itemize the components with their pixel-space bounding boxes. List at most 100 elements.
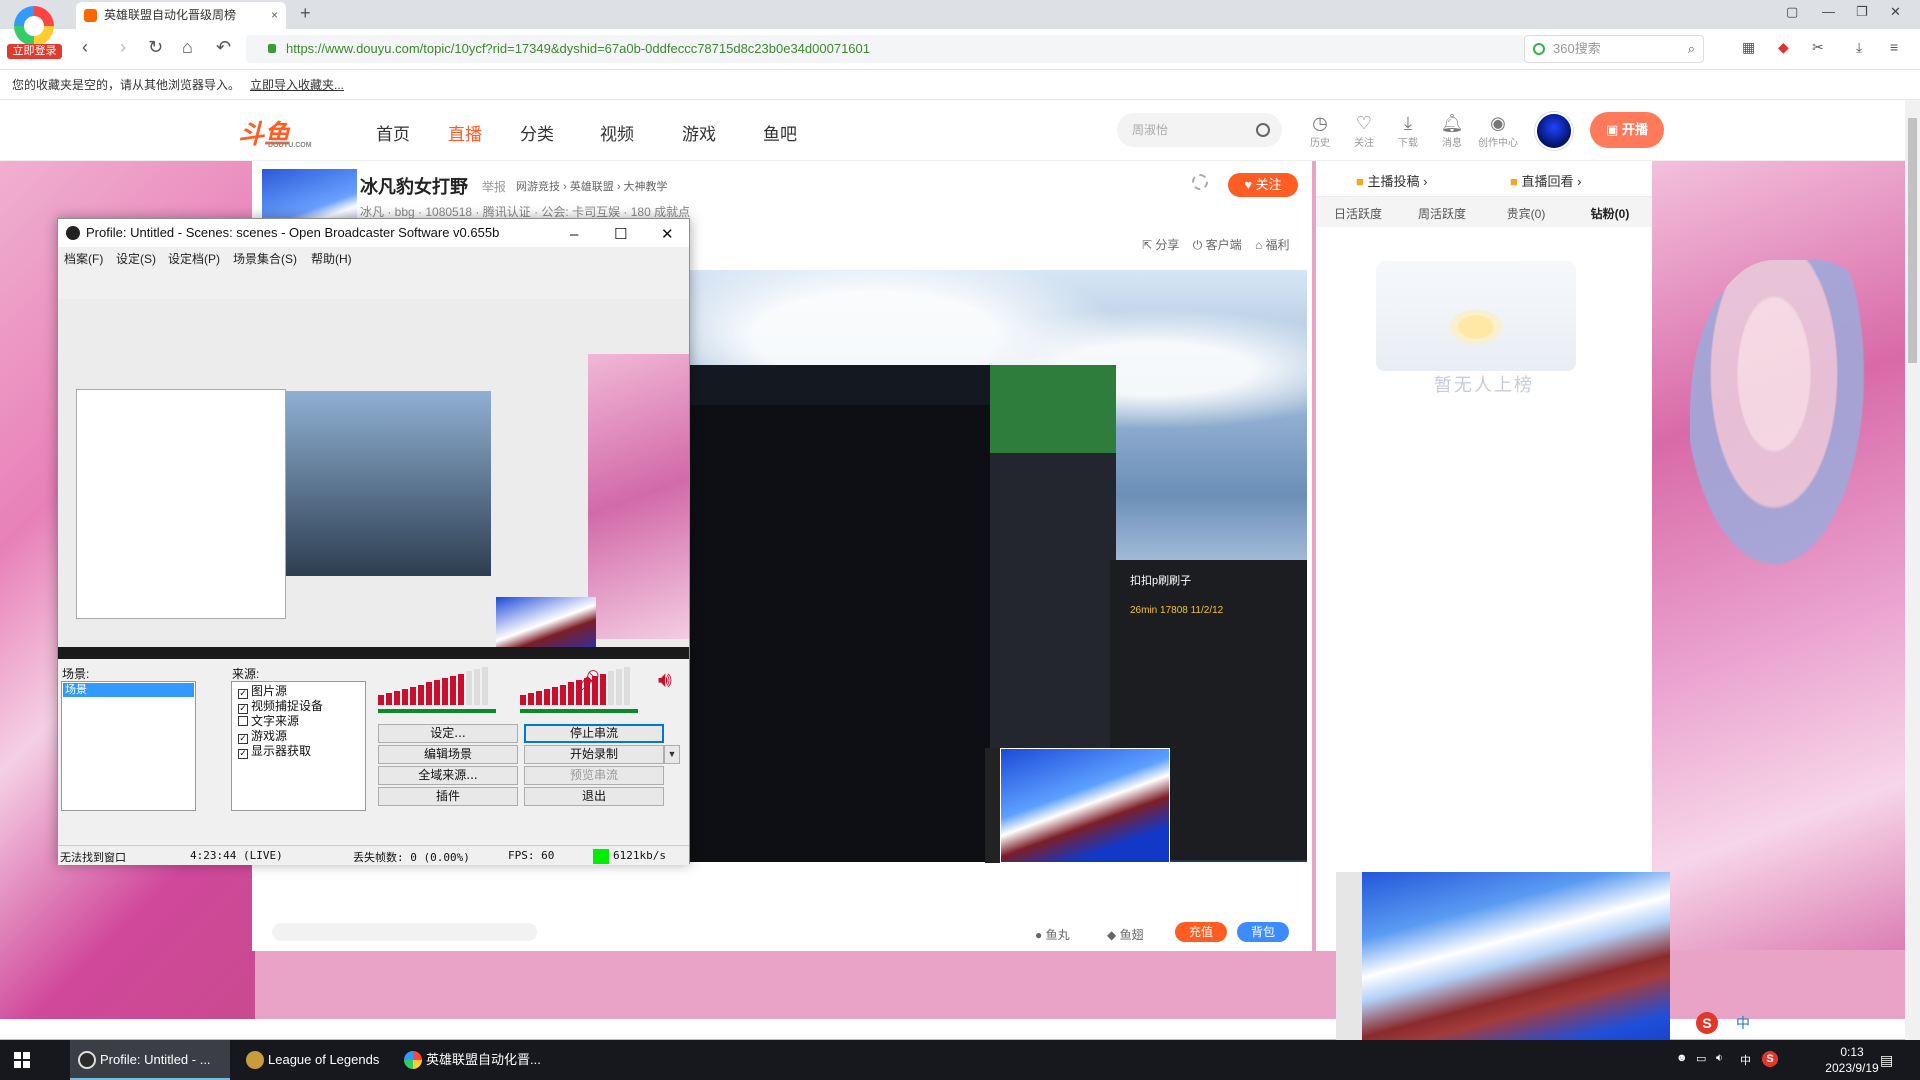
obs-source-item[interactable]: ✓ 游戏源 <box>238 729 287 744</box>
follow-list-button[interactable]: ♡ 关注 <box>1343 112 1385 149</box>
obs-scene-item[interactable]: 场景 <box>63 683 194 697</box>
taskbar-item-obs[interactable]: Profile: Untitled - ... <box>70 1040 230 1080</box>
share-button[interactable]: ⇱ 分享 <box>1142 238 1179 252</box>
obs-desktop-level-bar[interactable] <box>520 709 638 713</box>
obs-maximize-button[interactable]: ☐ <box>614 221 627 249</box>
follow-button[interactable]: ♥ 关注 <box>1228 173 1298 197</box>
recharge-button[interactable]: 充值 <box>1175 922 1227 942</box>
user-avatar[interactable] <box>1535 112 1573 150</box>
room-category-breadcrumb[interactable]: 网游竞技 › 英雄联盟 › 大神教学 <box>516 178 668 194</box>
people-icon[interactable]: ☻ <box>1676 1052 1688 1064</box>
forward-icon[interactable]: › <box>120 37 126 58</box>
search-icon[interactable]: ⌕ <box>1688 36 1695 62</box>
nav-video[interactable]: 视频 <box>600 120 634 145</box>
360-browser-logo-icon[interactable] <box>14 6 54 46</box>
obs-preview[interactable] <box>58 299 689 659</box>
gift-input[interactable] <box>272 923 537 941</box>
message-button[interactable]: 🔔︎ 消息 <box>1431 112 1473 149</box>
login-badge[interactable]: 立即登录 <box>7 44 62 59</box>
obs-minimize-button[interactable]: – <box>570 221 578 249</box>
sogou-tray-icon[interactable]: S <box>1762 1051 1778 1067</box>
minimize-button[interactable]: — <box>1822 4 1835 19</box>
obs-menu-scene-collection[interactable]: 场景集合(S) <box>233 250 297 267</box>
nav-category[interactable]: 分类 <box>520 120 554 145</box>
obs-plugins-button[interactable]: 插件 <box>378 787 518 806</box>
obs-settings-button[interactable]: 设定... <box>378 724 518 743</box>
nav-live[interactable]: 直播 <box>448 120 482 145</box>
back-icon[interactable]: ‹ <box>82 37 88 58</box>
menu-icon[interactable]: ≡ <box>1890 39 1898 55</box>
anchor-submit-link[interactable]: ■ 主播投稿 › <box>1356 171 1427 190</box>
ime-mode-label[interactable]: 中 <box>1736 1013 1750 1033</box>
scroll-thumb[interactable] <box>1908 118 1917 363</box>
history-button[interactable]: ◷ 历史 <box>1299 112 1341 149</box>
obs-global-sources-button[interactable]: 全域来源... <box>378 766 518 785</box>
restore-button[interactable]: ❐ <box>1856 4 1868 20</box>
obs-title-bar[interactable]: Profile: Untitled - Scenes: scenes - Ope… <box>58 219 689 247</box>
live-replay-link[interactable]: ■ 直播回看 › <box>1510 171 1581 190</box>
download-app-button[interactable]: ⤓ 下载 <box>1387 112 1429 149</box>
taskbar-item-browser[interactable]: 英雄联盟自动化晋... <box>396 1040 556 1080</box>
obs-start-recording-button[interactable]: 开始录制 <box>524 745 664 764</box>
tab-weekly-activity[interactable]: 周活跃度 <box>1400 205 1484 222</box>
nav-yuba[interactable]: 鱼吧 <box>763 120 797 145</box>
obs-menu-help[interactable]: 帮助(H) <box>311 250 352 267</box>
windows-start-icon[interactable] <box>14 1052 30 1068</box>
client-button[interactable]: ⏻ 客户端 <box>1193 238 1242 252</box>
new-tab-button[interactable]: + <box>300 3 311 24</box>
ime-toolbar[interactable]: S 中 <box>1696 1010 1896 1036</box>
undo-close-icon[interactable]: ↶ <box>216 37 231 58</box>
obs-menu-settings[interactable]: 设定(S) <box>116 250 156 267</box>
tab-douyu[interactable]: 英雄联盟自动化晋级周榜 × <box>76 2 286 29</box>
tab-diamond-fans[interactable]: 钻粉(0) <box>1568 205 1652 222</box>
obs-title: Profile: Untitled - Scenes: scenes - Ope… <box>86 225 500 240</box>
welfare-button[interactable]: ⌂ 福利 <box>1255 238 1290 252</box>
obs-exit-button[interactable]: 退出 <box>524 787 664 806</box>
game-icon[interactable]: ◆ <box>1778 39 1789 56</box>
start-live-button[interactable]: ▣ 开播 <box>1590 112 1664 148</box>
download-icon[interactable]: ⤓ <box>1856 39 1862 56</box>
obs-mic-level-bar[interactable] <box>378 709 496 713</box>
page-scrollbar[interactable] <box>1905 100 1920 1040</box>
notification-icon[interactable]: ▤ <box>1880 1052 1893 1069</box>
bag-button[interactable]: 背包 <box>1237 922 1289 942</box>
obs-menu-profile[interactable]: 档案(F) <box>64 250 103 267</box>
browser-search-input[interactable]: 360搜索 ⌕ <box>1524 35 1704 63</box>
obs-source-item[interactable]: ✓ 图片源 <box>238 684 287 699</box>
obs-preview-stream-button[interactable]: 预览串流 <box>524 766 664 785</box>
creator-center-button[interactable]: ◉ 创作中心 <box>1477 112 1519 149</box>
douyu-logo[interactable]: 斗鱼 DOUYU.COM <box>238 114 318 149</box>
site-search-input[interactable]: 周淑怡 <box>1117 113 1282 147</box>
sogou-ime-icon[interactable]: S <box>1696 1012 1718 1034</box>
home-icon[interactable]: ⌂ <box>182 37 193 58</box>
reload-icon[interactable]: ↻ <box>148 37 163 58</box>
import-favorites-link[interactable]: 立即导入收藏夹... <box>250 78 344 92</box>
obs-source-item[interactable]: 文字来源 <box>238 714 299 729</box>
search-icon[interactable] <box>1256 123 1270 137</box>
obs-source-item[interactable]: ✓ 视频捕捉设备 <box>238 699 323 714</box>
speaker-icon[interactable]: 🔊︎ <box>658 667 672 693</box>
taskbar-item-lol[interactable]: League of Legends <box>238 1040 388 1080</box>
cut-icon[interactable]: ✂ <box>1812 39 1824 56</box>
url-input[interactable]: https://www.douyu.com/topic/10ycf?rid=17… <box>246 35 1526 63</box>
close-window-button[interactable]: ✕ <box>1890 4 1901 20</box>
tab-daily-activity[interactable]: 日活跃度 <box>1316 205 1400 222</box>
obs-edit-scene-button[interactable]: 编辑场景 <box>378 745 518 764</box>
recording-dropdown-icon[interactable]: ▼ <box>664 745 680 764</box>
report-link[interactable]: 举报 <box>482 178 506 195</box>
bookmark-window-icon[interactable]: ▢ <box>1786 4 1798 20</box>
obs-close-button[interactable]: ✕ <box>661 221 674 249</box>
nav-game[interactable]: 游戏 <box>682 120 716 145</box>
nav-home[interactable]: 首页 <box>376 120 410 145</box>
obs-scenes-list[interactable]: 场景 <box>61 681 196 811</box>
apps-icon[interactable]: ▦ <box>1742 39 1755 56</box>
obs-source-item[interactable]: ✓ 显示器获取 <box>238 744 311 759</box>
tab-vip[interactable]: 贵宾(0) <box>1484 205 1568 222</box>
tab-close-icon[interactable]: × <box>271 2 278 29</box>
network-icon[interactable]: ▭ <box>1696 1052 1706 1065</box>
obs-sources-list[interactable]: ✓ 图片源 ✓ 视频捕捉设备 文字来源 ✓ 游戏源 ✓ 显示器获取 <box>231 681 366 811</box>
ime-indicator[interactable]: 中 <box>1740 1052 1751 1068</box>
volume-icon[interactable]: 🔉︎ <box>1716 1052 1723 1065</box>
obs-menu-setting-profile[interactable]: 设定档(P) <box>168 250 220 267</box>
obs-stop-stream-button[interactable]: 停止串流 <box>524 724 664 743</box>
